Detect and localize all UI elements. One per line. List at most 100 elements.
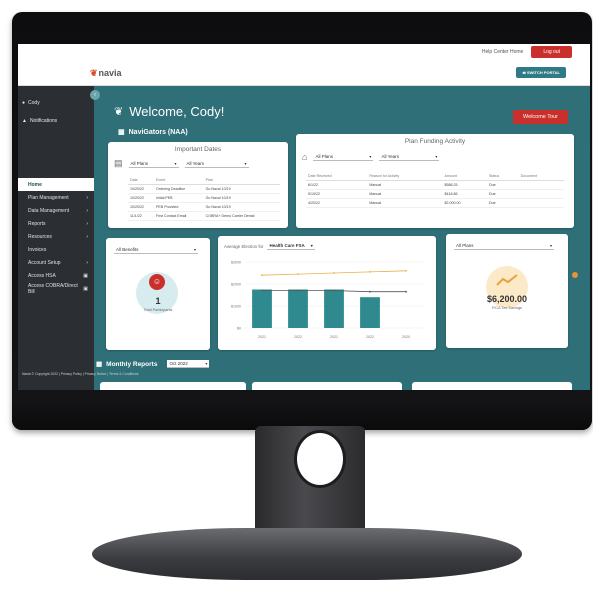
trend-point xyxy=(297,273,299,275)
chevron-right-icon: › xyxy=(86,194,88,201)
plan-select[interactable]: All Plans ▾ xyxy=(313,153,374,161)
sidebar-user[interactable]: ● Cody xyxy=(22,100,40,106)
fica-savings-card: All Plans ▾ $6,200.00 FICA Tax Savings xyxy=(446,234,578,348)
trend-point xyxy=(405,269,407,272)
bell-icon: ▲ xyxy=(22,118,27,124)
column-header[interactable]: Document xyxy=(518,172,564,181)
savings-label: FICA Tax Savings xyxy=(492,306,522,310)
navia-logo[interactable]: ❦navia xyxy=(90,68,122,79)
sidebar-item-home[interactable]: Home xyxy=(18,178,94,191)
flame-icon: ❦ xyxy=(90,68,98,78)
sidebar-item-resources[interactable]: Resources › xyxy=(18,230,94,243)
column-header[interactable]: Date Received xyxy=(306,172,368,181)
welcome-tour-button[interactable]: Welcome Tour xyxy=(513,110,568,124)
trend-point xyxy=(333,289,335,292)
grid-icon: ▦ xyxy=(118,129,125,136)
election-plan-select[interactable]: Health Care FSA ▾ xyxy=(267,242,315,250)
table-row: 5/19/22 Manual $418.86 Due xyxy=(306,189,564,199)
bar xyxy=(252,289,272,328)
table-row: 10/20/22 Ordering Deadline Go Naval 10/19 xyxy=(128,184,280,194)
important-dates-table: Date Event Plan 10/20/22 Ordering Deadlin… xyxy=(128,176,280,221)
chevron-right-icon: › xyxy=(86,233,88,240)
chevron-right-icon: › xyxy=(86,207,88,214)
sidebar-menu: Home Plan Management › Data Management › R… xyxy=(18,178,94,295)
x-tick-label: 2021 xyxy=(330,335,338,339)
sidebar-item-data-management[interactable]: Data Management › xyxy=(18,204,94,217)
trend-point xyxy=(369,290,371,293)
logout-button[interactable]: Log out xyxy=(531,46,572,58)
y-tick-label: $3000 xyxy=(231,261,241,265)
status-dot xyxy=(572,272,578,278)
main-content: ❦ Welcome, Cody! Welcome Tour ▦ NaviGato… xyxy=(94,86,590,390)
column-header[interactable]: Status xyxy=(486,172,519,181)
bar xyxy=(360,297,380,328)
trend-point xyxy=(333,272,335,274)
participants-label: Total Participants xyxy=(143,308,173,312)
column-header[interactable]: Reason for Activity xyxy=(367,172,443,181)
person-icon: ☺ xyxy=(149,274,165,290)
table-row: 4/20/22 Manual $2,000.00 Due xyxy=(306,198,564,208)
user-icon: ● xyxy=(22,100,26,106)
column-header[interactable]: Plan xyxy=(203,176,280,185)
column-header[interactable]: Event xyxy=(154,176,204,185)
grid-icon: ▦ xyxy=(96,361,103,368)
calendar-icon: ▤ xyxy=(114,158,123,168)
table-row: 6/1/22 Manual $588.25 Due xyxy=(306,180,564,190)
participants-card: All Benefits ▾ ☺ 1 Total Participants xyxy=(106,238,210,350)
table-row: 11/1/22 First Contact Email COBRA+ Demo Ca… xyxy=(128,211,280,221)
chevron-right-icon: › xyxy=(86,220,88,227)
trend-point xyxy=(261,274,263,277)
sidebar-item-access-hsa[interactable]: Access HSA ▣ xyxy=(18,269,94,282)
bar xyxy=(288,289,308,328)
switch-portal-button[interactable]: ⇄ SWITCH PORTAL xyxy=(516,67,566,78)
plan-funding-title: Plan Funding Activity xyxy=(404,138,466,145)
brand-bar: ❦navia ⇄ SWITCH PORTAL xyxy=(18,60,590,86)
average-election-label: Average Election for xyxy=(224,243,264,249)
sidebar-item-invoices[interactable]: Invoices xyxy=(18,243,94,256)
plan-funding-card: Plan Funding Activity ⌂ All Plans ▾ All Y… xyxy=(296,134,574,228)
y-tick-label: $0 xyxy=(237,327,241,331)
benefits-select[interactable]: All Benefits ▾ xyxy=(114,246,198,254)
sidebar-item-plan-management[interactable]: Plan Management › xyxy=(18,191,94,204)
average-election-card: Average Election for Health Care FSA ▾ $3… xyxy=(218,236,436,350)
monthly-report-select[interactable]: Oct 2022 ▾ xyxy=(167,360,210,368)
trend-point xyxy=(297,289,299,292)
trend-point xyxy=(369,271,371,273)
year-select[interactable]: All Years ▾ xyxy=(184,160,249,168)
sidebar-item-account-setup[interactable]: Account Setup › xyxy=(18,256,94,269)
x-tick-label: 2020 xyxy=(402,335,410,339)
monitor-stand-base xyxy=(92,528,522,580)
screen: Help Center Home Log out ❦navia ⇄ SWITCH… xyxy=(18,44,590,390)
plan-select[interactable]: All Plans ▾ xyxy=(128,160,179,168)
bar xyxy=(324,289,344,328)
participants-count: 1 xyxy=(155,296,161,306)
chevron-right-icon: › xyxy=(86,259,88,266)
sidebar-notifications[interactable]: ▲ Notifications xyxy=(22,118,57,124)
sidebar-item-access-cobra[interactable]: Access COBRA/Direct Bill ▣ xyxy=(18,282,94,295)
report-card xyxy=(100,382,246,390)
top-bar: Help Center Home Log out xyxy=(18,44,590,60)
trend-up-icon xyxy=(496,274,518,286)
help-center-link[interactable]: Help Center Home xyxy=(482,49,523,55)
average-election-chart: $3000 $2000 $1000 $0 2021 2022 2021 2022 2020 xyxy=(231,261,424,339)
column-header[interactable]: Date xyxy=(128,176,154,185)
table-row: 10/20/22 Initial PEB Go Naval 10/19 xyxy=(128,193,280,203)
plan-funding-table: Date Received Reason for Activity Amount… xyxy=(306,172,564,208)
column-header[interactable]: Amount xyxy=(442,172,487,181)
savings-amount: $6,200.00 xyxy=(486,294,528,304)
important-dates-card: Important Dates ▤ All Plans ▾ All Years ▾ … xyxy=(108,142,288,228)
trend-point xyxy=(405,290,407,293)
group-heading: ▦ NaviGators (NAA) xyxy=(118,128,188,137)
sidebar-item-reports[interactable]: Reports › xyxy=(18,217,94,230)
monthly-reports-heading: ▦ Monthly Reports Oct 2022 ▾ xyxy=(96,360,210,368)
external-link-icon: ▣ xyxy=(83,272,88,279)
report-card xyxy=(252,382,402,390)
y-tick-label: $1000 xyxy=(231,305,241,309)
flame-icon: ❦ xyxy=(114,106,124,118)
savings-plan-select[interactable]: All Plans ▾ xyxy=(454,242,554,250)
year-select[interactable]: All Years ▾ xyxy=(379,153,440,161)
sidebar: ‹ ● Cody ▲ Notifications Home Plan Manag… xyxy=(18,86,138,390)
important-dates-title: Important Dates xyxy=(174,146,222,153)
y-tick-label: $2000 xyxy=(231,283,241,287)
trend-point xyxy=(261,289,263,292)
